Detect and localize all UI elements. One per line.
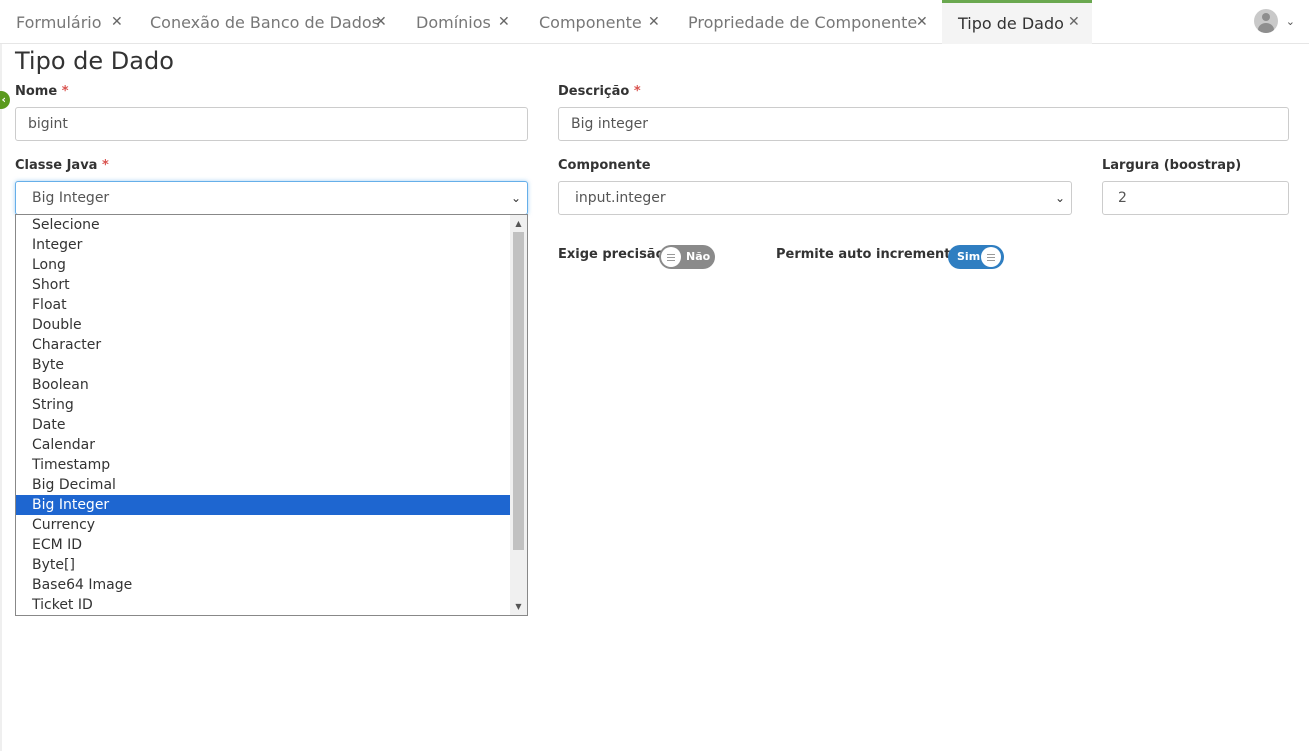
chevron-down-icon[interactable]: ⌄ <box>511 182 521 214</box>
tab-formulario[interactable]: Formulário ✕ <box>0 0 134 44</box>
close-icon[interactable]: ✕ <box>648 14 660 30</box>
tab-conexao-banco[interactable]: Conexão de Banco de Dados ✕ <box>134 0 400 44</box>
nome-field[interactable]: bigint <box>15 107 528 141</box>
toggle-state: Não <box>686 250 711 263</box>
descricao-field[interactable]: Big integer <box>558 107 1289 141</box>
tab-label: Domínios <box>416 12 491 32</box>
scroll-thumb[interactable] <box>513 232 524 550</box>
scroll-down-icon[interactable]: ▼ <box>510 598 527 615</box>
required-mark: * <box>633 84 641 99</box>
classe-java-select[interactable]: Big Integer ⌄ <box>15 181 528 215</box>
nome-value: bigint <box>28 116 68 132</box>
dropdown-option[interactable]: Long <box>16 255 511 275</box>
close-icon[interactable]: ✕ <box>1068 14 1080 30</box>
tab-dominios[interactable]: Domínios ✕ <box>400 0 523 44</box>
largura-field[interactable]: 2 <box>1102 181 1289 215</box>
dropdown-option[interactable]: Integer <box>16 235 511 255</box>
dropdown-option[interactable]: Double <box>16 315 511 335</box>
chevron-left-icon[interactable]: ‹ <box>0 91 10 109</box>
dropdown-option[interactable]: Base64 Image <box>16 575 511 595</box>
largura-value: 2 <box>1118 190 1127 206</box>
tab-label: Formulário <box>16 12 102 32</box>
tab-tipo-de-dado[interactable]: Tipo de Dado ✕ <box>942 0 1092 44</box>
classe-java-value: Big Integer <box>32 190 110 206</box>
dropdown-option[interactable]: Timestamp <box>16 455 511 475</box>
required-mark: * <box>61 84 69 99</box>
dropdown-option[interactable]: Byte[] <box>16 555 511 575</box>
dropdown-option[interactable]: Short <box>16 275 511 295</box>
tab-label: Tipo de Dado <box>958 14 1064 33</box>
dropdown-option[interactable]: Ticket ID <box>16 595 511 615</box>
dropdown-option[interactable]: Calendar <box>16 435 511 455</box>
dropdown-option[interactable]: Byte <box>16 355 511 375</box>
tab-bar: Formulário ✕ Conexão de Banco de Dados ✕… <box>0 0 1309 44</box>
required-mark: * <box>101 158 109 173</box>
dropdown-option[interactable]: Boolean <box>16 375 511 395</box>
componente-value: input.integer <box>575 190 666 206</box>
chevron-down-icon[interactable]: ⌄ <box>1055 182 1065 214</box>
auto-incremento-toggle[interactable]: Sim <box>948 245 1004 269</box>
dropdown-option[interactable]: Date <box>16 415 511 435</box>
nome-label-text: Nome <box>15 84 58 99</box>
dropdown-option[interactable]: Character <box>16 335 511 355</box>
dropdown-option[interactable]: Selecione <box>16 215 511 235</box>
exige-precisao-label: Exige precisão <box>558 247 665 262</box>
largura-label: Largura (boostrap) <box>1102 158 1242 173</box>
descricao-label-text: Descrição <box>558 84 630 99</box>
user-menu[interactable]: ⌄ <box>1253 9 1295 33</box>
toggle-knob <box>981 247 1001 267</box>
classe-java-dropdown[interactable]: Selecione Integer Long Short Float Double Char… <box>15 214 528 616</box>
close-icon[interactable]: ✕ <box>111 14 123 30</box>
scroll-up-icon[interactable]: ▲ <box>510 215 527 232</box>
close-icon[interactable]: ✕ <box>498 14 510 30</box>
exige-precisao-toggle[interactable]: Não <box>659 245 715 269</box>
close-icon[interactable]: ✕ <box>375 14 387 30</box>
sidebar-edge <box>0 44 2 751</box>
dropdown-options: Selecione Integer Long Short Float Double Char… <box>16 215 511 615</box>
tab-propriedade-componente[interactable]: Propriedade de Componente ✕ <box>672 0 942 44</box>
dropdown-option[interactable]: ECM ID <box>16 535 511 555</box>
descricao-label: Descrição * <box>558 84 641 99</box>
tab-label: Componente <box>539 12 642 32</box>
descricao-value: Big integer <box>571 116 648 132</box>
dropdown-scrollbar[interactable]: ▲ ▼ <box>510 215 527 615</box>
tab-componente[interactable]: Componente ✕ <box>523 0 672 44</box>
classe-java-label: Classe Java * <box>15 158 109 173</box>
dropdown-option[interactable]: Big Decimal <box>16 475 511 495</box>
dropdown-option[interactable]: Currency <box>16 515 511 535</box>
dropdown-option[interactable]: Float <box>16 295 511 315</box>
auto-incremento-label: Permite auto incremento <box>776 247 960 262</box>
chevron-down-icon[interactable]: ⌄ <box>1286 15 1295 28</box>
dropdown-option[interactable]: String <box>16 395 511 415</box>
dropdown-option[interactable]: Big Integer <box>16 495 511 515</box>
componente-select[interactable]: input.integer ⌄ <box>558 181 1072 215</box>
classe-java-label-text: Classe Java <box>15 158 98 173</box>
toggle-state: Sim <box>957 250 981 263</box>
tab-label: Conexão de Banco de Dados <box>150 12 380 32</box>
componente-label: Componente <box>558 158 651 173</box>
close-icon[interactable]: ✕ <box>916 14 928 30</box>
toggle-knob <box>661 247 681 267</box>
tab-label: Propriedade de Componente <box>688 12 918 32</box>
nome-label: Nome * <box>15 84 69 99</box>
page-title: Tipo de Dado <box>15 47 174 75</box>
avatar-icon[interactable] <box>1253 9 1278 33</box>
